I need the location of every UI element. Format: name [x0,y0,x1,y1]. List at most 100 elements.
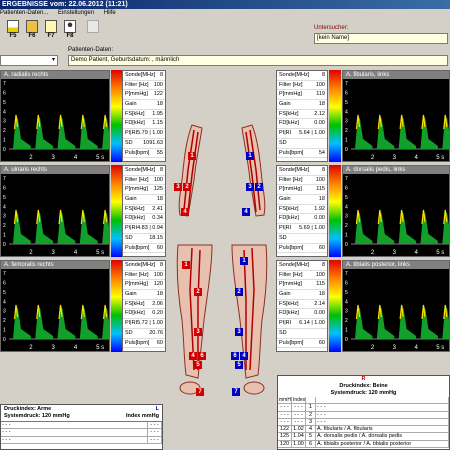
wave-panel-right-2[interactable]: A. ulnaris rechts 0 1 2 3 4 5 6 7 2 3 4 5 s [0,165,120,257]
doppler-waveform: 0 1 2 3 4 5 6 7 2 3 4 5 s [345,176,450,256]
x-tick-label: 4 [414,155,418,161]
params-right-1: Sonde[MHz] 8 Filter [Hz] 100 P[mmHg] 122 Ga… [111,70,166,162]
wave-title: A. dorsalis pedis, links [343,166,449,174]
site-badge-l1[interactable]: 1 [240,257,248,265]
wave-panel-left-1[interactable]: A. fibularis, links 0 1 2 3 4 5 6 7 2 3 4 5 s [342,70,450,162]
y-tick-label: 2 [3,318,6,324]
wave-panel-right-1[interactable]: A. radialis rechts 0 1 2 3 4 5 6 7 2 3 4 5 s [0,70,120,162]
x-tick-label: 2 [29,155,33,161]
patient-field[interactable]: Demo Patient, Geburtsdatum: , männlich [68,55,448,66]
site-badge-r1[interactable]: 1 [182,261,190,269]
f5-button[interactable]: F5 [4,19,22,45]
site-badge-r1[interactable]: 1 [188,152,196,160]
y-tick-label: 0 [3,242,6,248]
y-tick-label: 6 [345,90,348,96]
f6-button[interactable]: F6 [23,19,41,45]
params-left-1: Sonde[MHz] 8 Filter [Hz] 100 P[mmHg] 119 Ga… [276,70,328,162]
wave-panel-right-3[interactable]: A. femoralis rechts 0 1 2 3 4 5 6 7 2 3 4 5 s [0,260,120,352]
y-tick-label: 4 [3,109,6,115]
y-tick-label: 1 [345,328,348,334]
y-tick-label: 1 [3,328,6,334]
y-tick-label: 4 [345,109,348,115]
site-badge-l4[interactable]: 4 [240,352,248,360]
y-tick-label: 7 [3,81,6,87]
hand-button[interactable] [84,19,102,45]
site-badge-r7[interactable]: 7 [196,388,204,396]
x-tick-label: 4 [74,155,78,161]
menu-patient-data[interactable]: Patienten-Daten... [0,10,48,16]
graph-icon [7,20,19,33]
f8-button[interactable]: F8 [61,19,79,45]
legs-pressure-table: R Druckindex: Beine Systemdruck: 120 mmH… [277,375,450,450]
examiner-field[interactable]: [kein Name] [314,33,448,44]
hand-icon [87,20,99,33]
arms-pressure-table: Druckindex: Arme L Systemdruck: 120 mmHg… [0,404,163,450]
menu-settings[interactable]: Einstellungen [58,10,94,16]
x-tick-label: 2 [371,250,375,256]
y-tick-label: 7 [3,271,6,277]
y-tick-label: 3 [3,309,6,315]
y-tick-label: 2 [3,128,6,134]
site-badge-l2[interactable]: 2 [255,183,263,191]
site-badge-l3[interactable]: 3 [246,183,254,191]
site-badge-r3[interactable]: 3 [194,328,202,336]
legs-system-pressure: Systemdruck: 120 mmHg [330,390,397,396]
y-tick-label: 6 [3,280,6,286]
site-badge-r6[interactable]: 6 [198,352,206,360]
site-badge-r2[interactable]: 2 [183,183,191,191]
site-badge-r4[interactable]: 4 [189,352,197,360]
site-badge-l4[interactable]: 4 [242,208,250,216]
x-tick-label: 2 [371,345,375,351]
site-badge-r4[interactable]: 4 [181,208,189,216]
x-tick-label: 5 s [96,345,104,351]
y-tick-label: 3 [3,119,6,125]
doppler-waveform: 0 1 2 3 4 5 6 7 2 3 4 5 s [3,176,120,256]
menubar: Patienten-Daten... Einstellungen Hilfe [0,9,450,18]
wave-title: A. fibularis, links [343,71,449,79]
chart-icon [45,20,57,33]
y-tick-label: 3 [3,214,6,220]
site-badge-l5[interactable]: 5 [235,361,243,369]
y-tick-label: 7 [345,271,348,277]
y-tick-label: 0 [345,147,348,153]
y-tick-label: 3 [345,309,348,315]
site-badge-l6[interactable]: 6 [231,352,239,360]
params-right-3: Sonde[MHz] 8 Filter [Hz] 100 P[mmHg] 120 Ga… [111,260,166,352]
x-tick-label: 2 [371,155,375,161]
site-badge-r3[interactable]: 3 [174,183,182,191]
y-tick-label: 5 [3,195,6,201]
x-tick-label: 4 [414,345,418,351]
patient-label: Patienten-Daten: [68,47,114,53]
patient-select[interactable]: ▾ [0,55,58,66]
y-tick-label: 3 [345,214,348,220]
wave-panel-left-2[interactable]: A. dorsalis pedis, links 0 1 2 3 4 5 6 7 2 3 4 5 s [342,165,450,257]
y-tick-label: 5 [345,100,348,106]
x-tick-label: 2 [29,250,33,256]
menu-help[interactable]: Hilfe [104,10,116,16]
y-tick-label: 6 [345,185,348,191]
color-scale [111,260,122,352]
x-tick-label: 3 [393,250,397,256]
y-tick-label: 6 [345,280,348,286]
y-tick-label: 7 [345,81,348,87]
y-tick-label: 7 [345,176,348,182]
site-badge-l1[interactable]: 1 [246,152,254,160]
y-tick-label: 5 [3,100,6,106]
color-scale [329,165,341,257]
site-badge-l2[interactable]: 2 [235,288,243,296]
y-tick-label: 0 [3,337,6,343]
site-badge-r2[interactable]: 2 [194,288,202,296]
wave-panel-left-3[interactable]: A. tibialis posterior, links 0 1 2 3 4 5 6 7 2 3 4… [342,260,450,352]
examiner-label: Untersucher: [314,25,349,31]
y-tick-label: 0 [345,337,348,343]
f7-button[interactable]: F7 [42,19,60,45]
site-badge-r5[interactable]: 5 [194,361,202,369]
y-tick-label: 6 [3,185,6,191]
legs-table-title: Druckindex: Beine [339,383,388,389]
x-tick-label: 3 [52,155,56,161]
legs-side-label: R [361,376,366,382]
doppler-waveform: 0 1 2 3 4 5 6 7 2 3 4 5 s [345,271,450,351]
site-badge-l3[interactable]: 3 [235,328,243,336]
site-badge-l7[interactable]: 7 [232,388,240,396]
y-tick-label: 3 [345,119,348,125]
